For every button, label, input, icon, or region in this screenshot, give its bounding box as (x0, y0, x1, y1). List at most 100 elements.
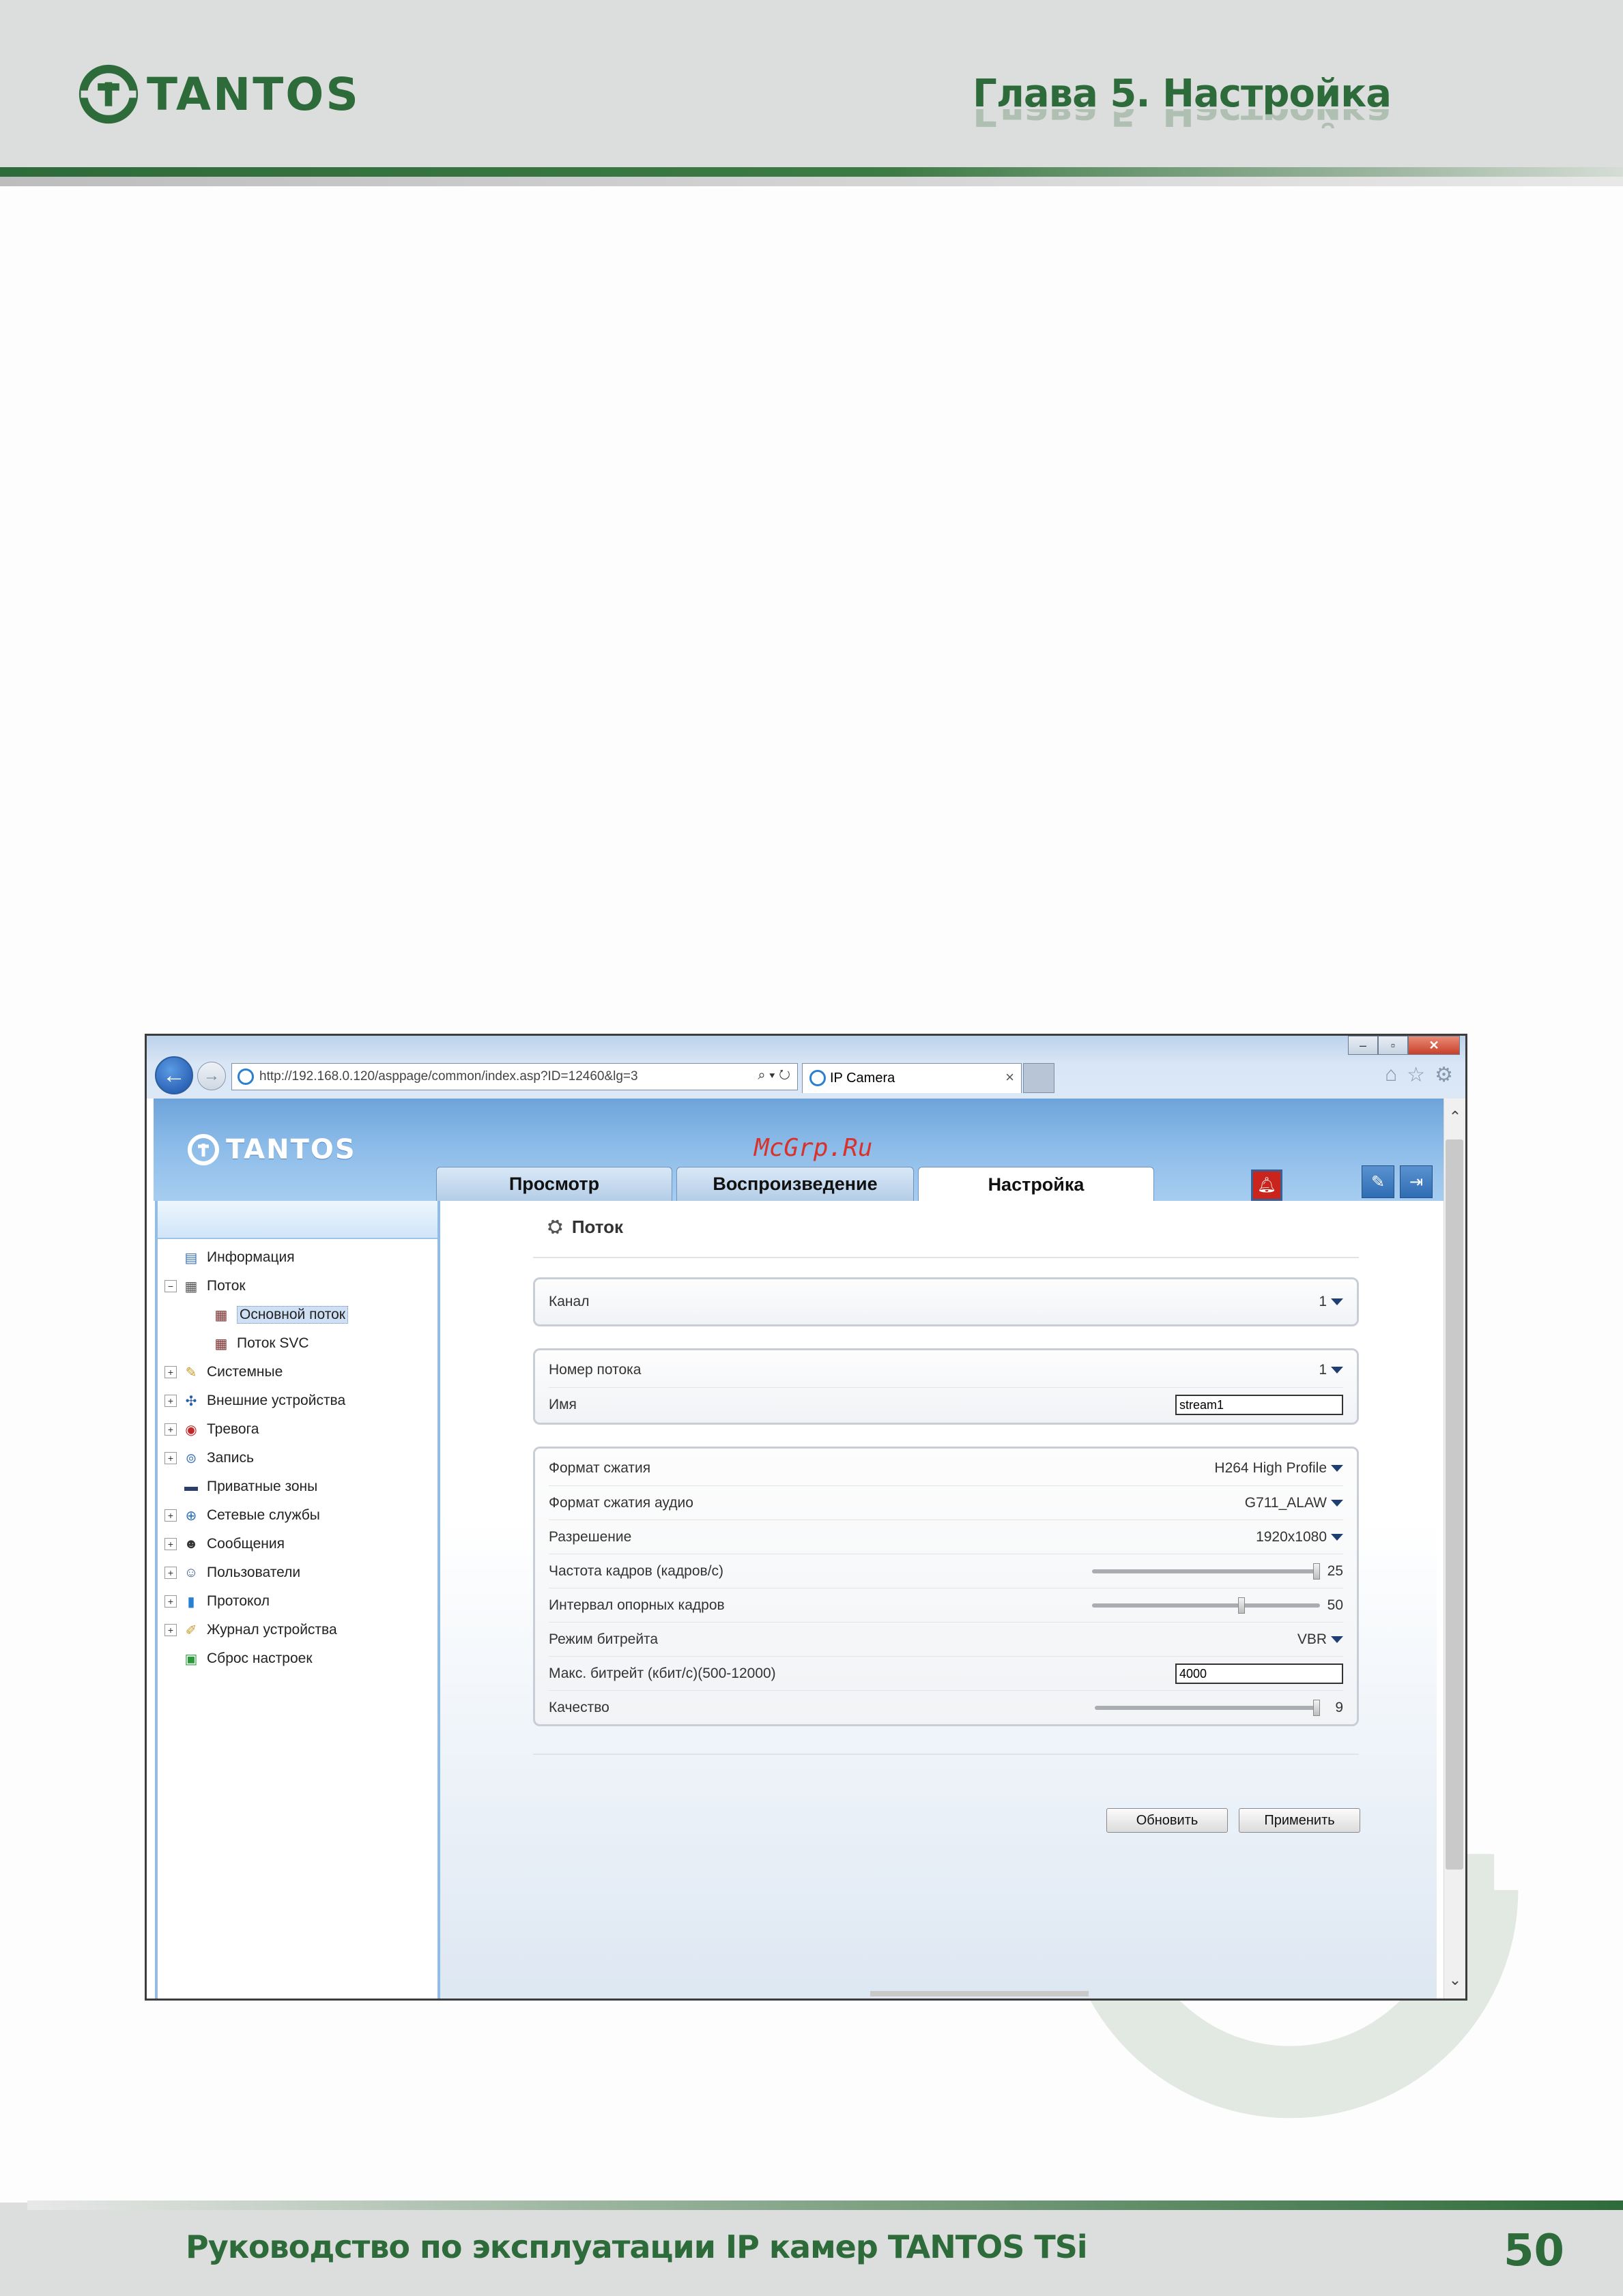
new-tab-button[interactable] (1023, 1063, 1054, 1093)
tab-playback[interactable]: Воспроизведение (676, 1167, 914, 1201)
resolution-label: Разрешение (549, 1529, 632, 1545)
slider-track (1095, 1706, 1320, 1710)
tree-item-protocol[interactable]: + ▮ Протокол (164, 1587, 348, 1616)
tree-item-device-log[interactable]: + ✐ Журнал устройства (164, 1616, 348, 1644)
expand-icon[interactable]: + (164, 1567, 177, 1579)
stream-settings-icon: ⛭ (548, 1216, 562, 1236)
collapse-icon[interactable]: − (164, 1280, 177, 1292)
compression-select[interactable]: H264 High Profile (1214, 1460, 1343, 1477)
back-button[interactable]: ← (155, 1056, 193, 1094)
gop-slider[interactable] (1092, 1597, 1320, 1614)
users-icon: ☺ (184, 1565, 199, 1580)
stream-name-input[interactable] (1175, 1395, 1343, 1415)
tree-item-messages[interactable]: + ☻ Сообщения (164, 1530, 348, 1558)
tree-item-label: Приватные зоны (207, 1479, 318, 1494)
quality-control: 9 (1095, 1700, 1343, 1716)
tree-item-info[interactable]: ▤ Информация (164, 1243, 348, 1272)
chevron-down-icon[interactable]: ⌄ (1444, 1971, 1465, 1994)
stream-name-label: Имя (549, 1397, 577, 1412)
expand-icon[interactable]: + (164, 1452, 177, 1464)
camera-web-app: TANTOS McGrp.Ru Просмотр Воспроизведение… (147, 1099, 1444, 1999)
browser-tab-title: IP Camera (830, 1071, 895, 1086)
expand-icon[interactable]: + (164, 1395, 177, 1407)
compression-row: Формат сжатия H264 High Profile (549, 1451, 1343, 1485)
chevron-down-icon (1331, 1636, 1343, 1643)
tree-item-system[interactable]: + ✎ Системные (164, 1358, 348, 1386)
stream-number-select[interactable]: 1 (1319, 1362, 1343, 1378)
close-window-button[interactable]: ✕ (1408, 1036, 1460, 1055)
favorites-star-icon[interactable]: ☆ (1407, 1063, 1425, 1087)
tree-item-record[interactable]: + ⊚ Запись (164, 1444, 348, 1472)
tree-item-main-stream[interactable]: ▦ Основной поток (164, 1300, 348, 1329)
home-icon[interactable]: ⌂ (1385, 1063, 1397, 1087)
resolution-select[interactable]: 1920x1080 (1256, 1529, 1343, 1545)
address-bar[interactable]: http://192.168.0.120/asppage/common/inde… (231, 1063, 798, 1090)
channel-row: Канал 1 (549, 1285, 1343, 1319)
expand-icon[interactable]: + (164, 1509, 177, 1522)
tab-view[interactable]: Просмотр (436, 1167, 672, 1201)
logout-button[interactable]: ⇥ (1400, 1165, 1433, 1198)
horizontal-scrollbar-thumb[interactable] (870, 1991, 1089, 1996)
bell-icon: 🔔︎ (1257, 1176, 1276, 1193)
slider-thumb[interactable] (1238, 1597, 1245, 1614)
browser-window: – ▫ ✕ ← → http://192.168.0.120/asppage/c… (145, 1034, 1467, 2001)
compression-label: Формат сжатия (549, 1460, 651, 1476)
arrow-left-icon: ← (162, 1062, 186, 1088)
chevron-up-icon[interactable]: ⌃ (1444, 1108, 1465, 1131)
gop-row: Интервал опорных кадров 50 (549, 1588, 1343, 1623)
quality-slider[interactable] (1095, 1700, 1320, 1716)
close-tab-icon[interactable]: × (1005, 1069, 1014, 1086)
tree-item-network[interactable]: + ⊕ Сетевые службы (164, 1501, 348, 1530)
audio-select[interactable]: G711_ALAW (1245, 1495, 1343, 1511)
protocol-icon: ▮ (187, 1594, 195, 1610)
window-controls: – ▫ ✕ (1348, 1036, 1460, 1055)
forward-button[interactable]: → (197, 1062, 226, 1090)
expand-icon[interactable]: + (164, 1624, 177, 1636)
expand-icon[interactable]: + (164, 1366, 177, 1378)
browser-tab[interactable]: IP Camera × (802, 1063, 1022, 1093)
refresh-button[interactable]: Обновить (1106, 1808, 1228, 1833)
ie-tab-icon (809, 1070, 826, 1086)
app-brand-name: TANTOS (226, 1134, 356, 1165)
ie-icon (238, 1069, 254, 1085)
vertical-scrollbar[interactable]: ⌃ ⌄ (1444, 1099, 1465, 1999)
network-icon: ⊕ (185, 1508, 197, 1524)
tree-item-alarm[interactable]: + ◉ Тревога (164, 1415, 348, 1444)
apply-button[interactable]: Применить (1239, 1808, 1360, 1833)
fps-slider[interactable] (1092, 1563, 1320, 1580)
tree-item-label: Поток SVC (237, 1335, 309, 1351)
tab-settings[interactable]: Настройка (918, 1167, 1154, 1202)
stream-sub-icon: ▦ (214, 1336, 228, 1352)
search-refresh-icon[interactable]: ⌕ ▾ ↻ (758, 1068, 790, 1084)
slider-thumb[interactable] (1313, 1700, 1320, 1716)
alarm-bell-button[interactable]: 🔔︎ (1251, 1169, 1282, 1201)
change-password-button[interactable]: ✎ (1362, 1165, 1394, 1198)
tree-item-external-devices[interactable]: + ✣ Внешние устройства (164, 1386, 348, 1415)
maximize-button[interactable]: ▫ (1378, 1036, 1408, 1055)
expand-icon[interactable]: + (164, 1423, 177, 1436)
header-divider-shadow (0, 177, 1623, 186)
encoding-group: Формат сжатия H264 High Profile Формат с… (533, 1447, 1359, 1726)
tree-item-svc-stream[interactable]: ▦ Поток SVC (164, 1329, 348, 1358)
chevron-down-icon (1331, 1367, 1343, 1374)
bitrate-mode-select[interactable]: VBR (1297, 1631, 1343, 1648)
tree-item-label: Запись (207, 1450, 254, 1466)
gear-icon[interactable]: ⚙ (1435, 1063, 1453, 1087)
scrollbar-thumb[interactable] (1446, 1139, 1463, 1870)
tantos-logo-icon (78, 64, 139, 124)
resolution-value: 1920x1080 (1256, 1529, 1327, 1545)
max-bitrate-input[interactable] (1175, 1663, 1343, 1684)
expand-icon[interactable]: + (164, 1595, 177, 1608)
brand-logo: TANTOS (78, 60, 360, 128)
tree-item-reset[interactable]: ▣ Сброс настроек (164, 1644, 348, 1673)
settings-content: ⛭ Поток Канал 1 Номер потока 1 Имя strea… (440, 1201, 1437, 1999)
tree-item-users[interactable]: + ☺ Пользователи (164, 1558, 348, 1587)
tree-item-label: Информация (207, 1249, 295, 1265)
tree-item-stream[interactable]: − ▦ Поток (164, 1272, 348, 1300)
slider-thumb[interactable] (1313, 1563, 1320, 1580)
tree-item-privacy[interactable]: ▬ Приватные зоны (164, 1472, 348, 1501)
channel-value: 1 (1319, 1294, 1327, 1309)
channel-select[interactable]: 1 (1319, 1294, 1343, 1310)
minimize-button[interactable]: – (1348, 1036, 1378, 1055)
expand-icon[interactable]: + (164, 1538, 177, 1550)
